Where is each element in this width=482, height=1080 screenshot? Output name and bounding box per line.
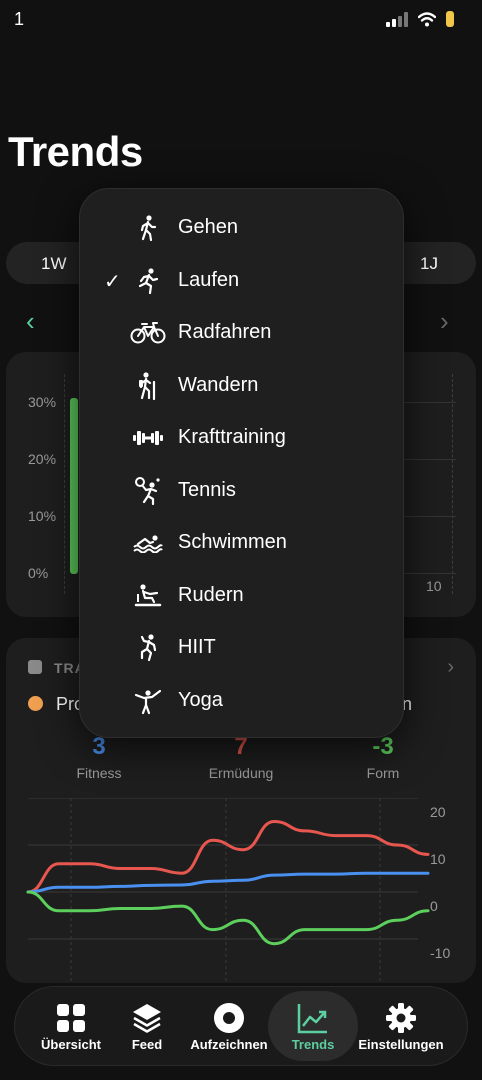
y-tick-label: -10: [430, 945, 450, 961]
grid-line: [452, 374, 453, 594]
grid-line: [404, 459, 456, 460]
metric-label: Fitness: [76, 765, 122, 781]
grid-line: [404, 573, 456, 574]
run-icon: [130, 267, 166, 295]
tab-label: Trends: [291, 1037, 335, 1052]
swim-icon: [130, 529, 166, 557]
activity-type-menu: Gehen ✓ Laufen Radfahren Wandern Krafttrainin…: [79, 188, 404, 738]
grid-line: [404, 402, 456, 403]
yoga-icon: [130, 687, 166, 715]
menu-item-label: Krafttraining: [178, 426, 286, 448]
status-icons: [386, 11, 454, 27]
tab-trends[interactable]: Trends: [265, 987, 361, 1067]
training-load-chart: 20 10 0 -10: [26, 798, 450, 983]
record-icon: [212, 1001, 246, 1035]
tab-label: Einstellungen: [358, 1037, 444, 1052]
trends-screen: 1 Trends 1W 1J ‹ › 30% 20% 10% 0% 10 TRA…: [0, 0, 482, 1080]
series-line-1: [26, 871, 430, 894]
menu-item-label: Schwimmen: [178, 531, 287, 553]
status-time: 1: [14, 9, 25, 29]
period-1w[interactable]: 1W: [41, 254, 67, 274]
menu-item-hiit[interactable]: HIIT: [80, 622, 405, 674]
grid-icon: [54, 1001, 88, 1035]
layers-icon: [130, 1001, 164, 1035]
dumbbell-icon: [130, 424, 166, 452]
y-label: 30%: [28, 394, 57, 410]
menu-item-radfahren[interactable]: Radfahren: [80, 307, 405, 359]
y-tick-label: 20: [430, 804, 446, 820]
gear-icon: [384, 1001, 418, 1035]
menu-item-wandern[interactable]: Wandern: [80, 360, 405, 412]
series-line-2: [26, 890, 430, 946]
menu-item-label: Wandern: [178, 373, 259, 396]
tennis-icon: [130, 476, 166, 505]
menu-item-label: Radfahren: [178, 321, 272, 343]
y-label: 20%: [28, 451, 57, 467]
menu-item-schwimmen[interactable]: Schwimmen: [80, 517, 405, 569]
menu-item-gehen[interactable]: Gehen: [80, 202, 405, 254]
next-period-button[interactable]: ›: [440, 306, 449, 337]
row-icon: [130, 582, 166, 610]
battery-icon: [446, 11, 454, 27]
metric-fitness: 3 Fitness: [29, 733, 169, 781]
bar-mark: [70, 398, 78, 574]
menu-item-rudern[interactable]: Rudern: [80, 570, 405, 622]
y-tick-label: 0: [430, 898, 438, 914]
menu-item-label: Gehen: [178, 216, 239, 238]
menu-item-laufen[interactable]: ✓ Laufen: [80, 255, 405, 307]
chevron-right-icon[interactable]: ›: [447, 656, 454, 679]
metric-label: Form: [366, 765, 400, 781]
grid-line: [64, 374, 65, 594]
bike-icon: [130, 319, 166, 347]
y-tick-label: 10: [430, 851, 446, 867]
menu-item-label: HIIT: [178, 636, 216, 658]
walk-icon: [130, 214, 166, 242]
period-1j[interactable]: 1J: [420, 254, 438, 274]
menu-item-krafttraining[interactable]: Krafttraining: [80, 412, 405, 464]
prev-period-button[interactable]: ‹: [26, 306, 35, 337]
hiit-icon: [130, 634, 166, 662]
trend-icon: [296, 1001, 330, 1035]
tab-settings[interactable]: Einstellungen: [351, 987, 451, 1067]
metric-fatigue: 7 Ermüdung: [171, 733, 311, 781]
legend-dot: [28, 696, 43, 711]
menu-item-label: Laufen: [178, 268, 240, 291]
metric-form: -3 Form: [313, 733, 453, 781]
x-label: 10: [426, 578, 442, 594]
menu-item-label: Rudern: [178, 583, 244, 606]
metric-label: Ermüdung: [208, 765, 274, 781]
y-label: 0%: [28, 565, 49, 581]
tab-label: Aufzeichnen: [190, 1037, 268, 1052]
page-title: Trends: [8, 128, 143, 175]
tab-record[interactable]: Aufzeichnen: [181, 987, 277, 1067]
menu-item-label: Tennis: [178, 478, 236, 501]
grid-line: [404, 516, 456, 517]
card-header-icon: [28, 660, 42, 674]
hike-icon: [130, 371, 166, 400]
status-bar: 1: [0, 0, 482, 40]
wifi-icon: [418, 12, 436, 27]
checkmark-icon: ✓: [104, 270, 121, 293]
menu-item-yoga[interactable]: Yoga: [80, 675, 405, 727]
y-label: 10%: [28, 508, 57, 524]
menu-item-label: Yoga: [178, 688, 223, 711]
menu-item-tennis[interactable]: Tennis: [80, 465, 405, 517]
signal-icon: [386, 11, 408, 27]
tab-bar: Übersicht Feed Aufzeichnen Trends Einste…: [14, 986, 468, 1066]
